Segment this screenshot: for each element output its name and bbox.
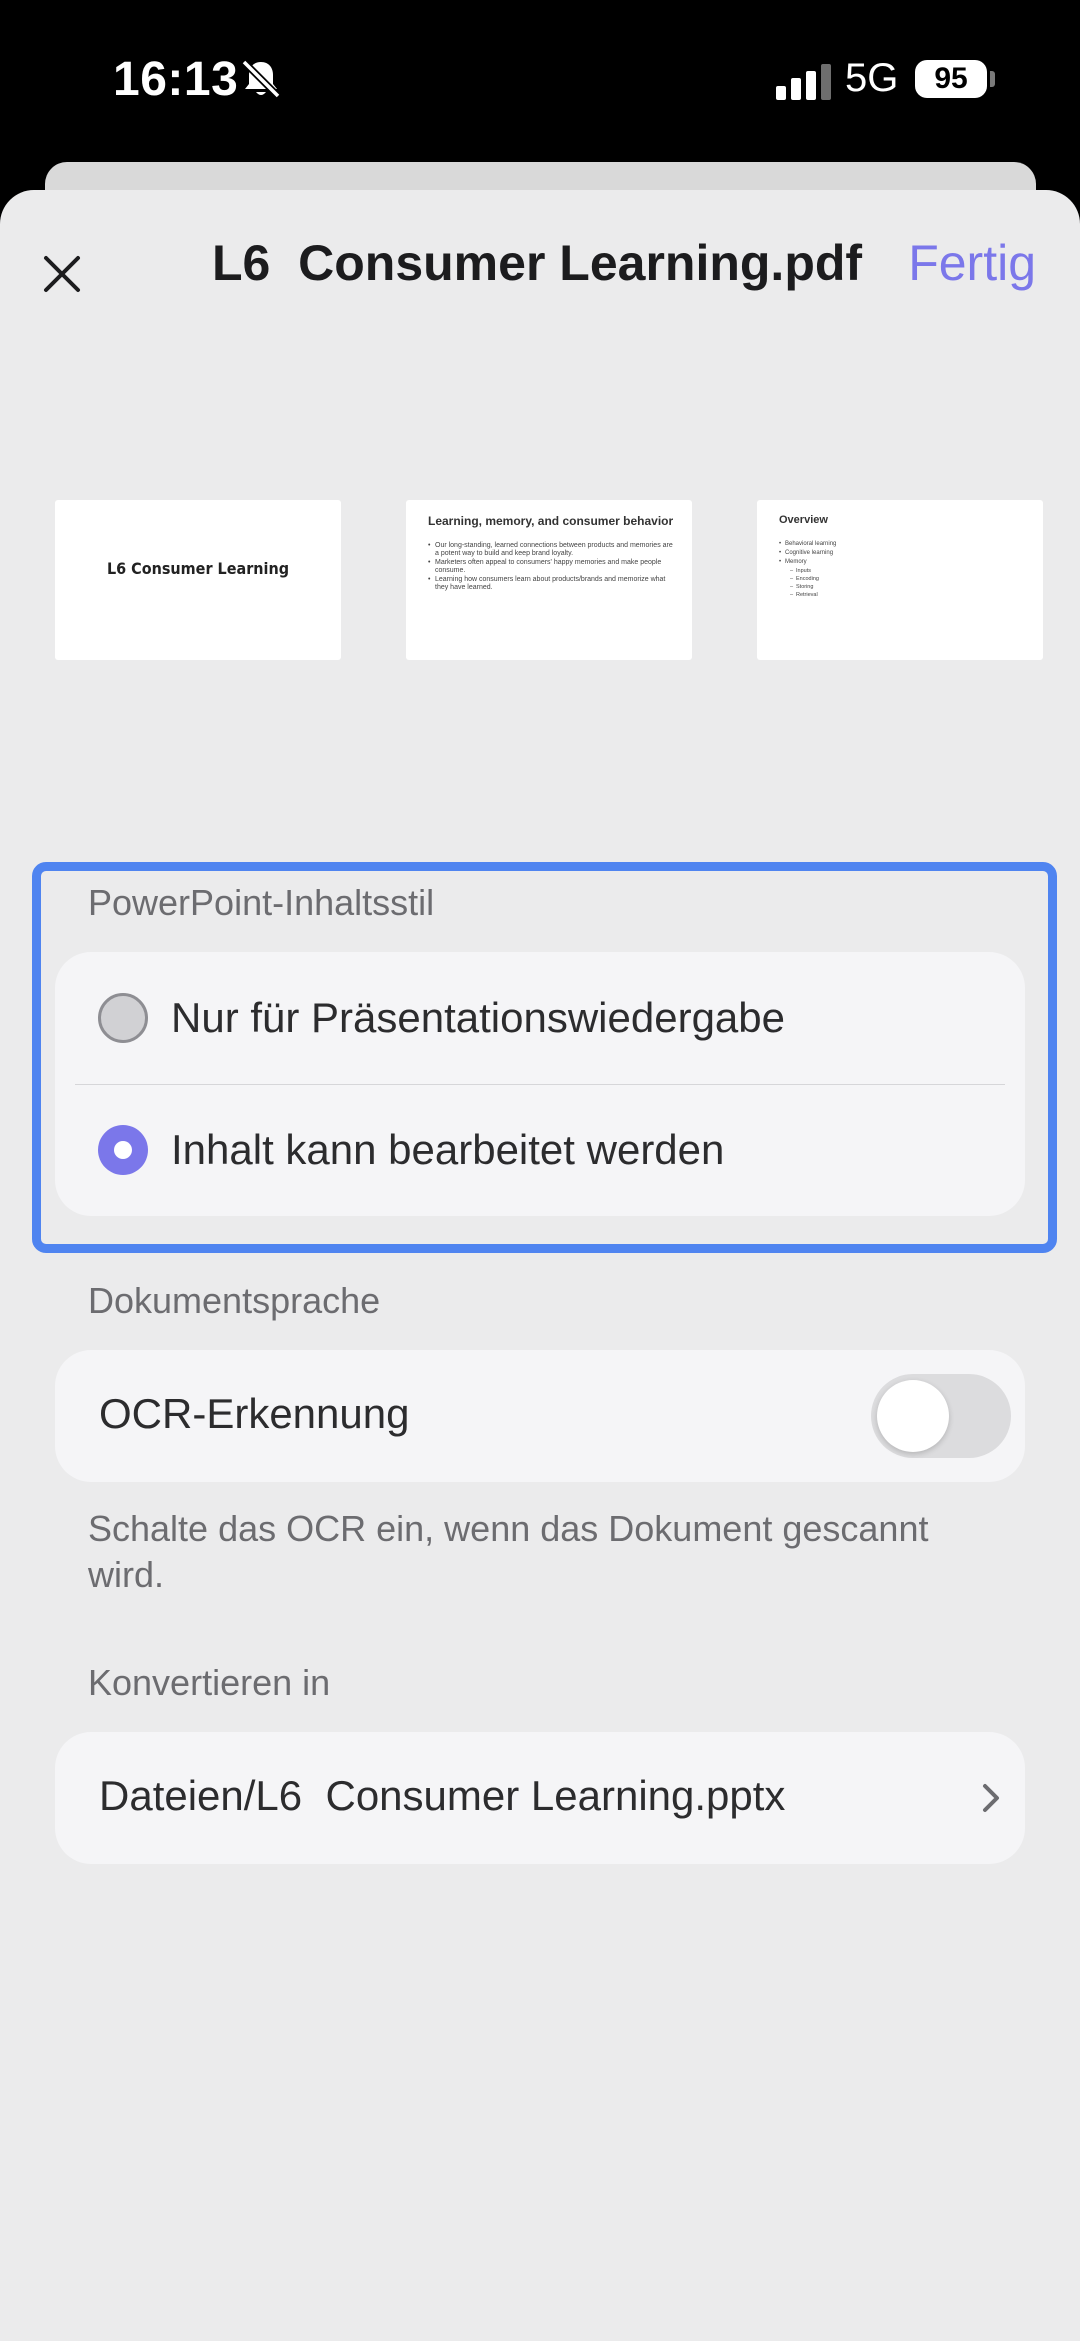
ocr-toggle[interactable] [871,1374,1011,1458]
thumbnail-bullet: Behavioral learning [779,540,836,549]
page-thumbnail-3[interactable]: Overview Behavioral learning Cognitive l… [757,500,1043,660]
thumbnail-title: Learning, memory, and consumer behavior [428,514,674,528]
battery-indicator: 95 [915,60,987,98]
convert-to-label: Konvertieren in [88,1662,331,1703]
destination-path: Dateien/L6 Consumer Learning.pptx [99,1772,786,1819]
document-title: L6 Consumer Learning.pdf [212,235,863,291]
thumbnail-sub-bullet: Storing [779,583,836,591]
content-style-label: PowerPoint-Inhaltsstil [88,882,435,923]
thumbnail-sub-bullet: Inputs [779,567,836,575]
chevron-right-icon [983,1784,999,1812]
page-thumbnail-2[interactable]: Learning, memory, and consumer behavior … [406,500,692,660]
content-style-options: Nur für Präsentationswiedergabe Inhalt k… [55,952,1025,1216]
toggle-knob [877,1380,949,1452]
destination-row[interactable]: Dateien/L6 Consumer Learning.pptx [55,1732,1025,1864]
close-button[interactable] [32,244,92,304]
page-thumbnail-1[interactable]: L6 Consumer Learning [55,500,341,660]
thumbnail-title: Overview [779,514,828,526]
option-presentation-only[interactable]: Nur für Präsentationswiedergabe [55,952,1025,1084]
ocr-row: OCR-Erkennung [55,1350,1025,1482]
radio-checked-icon [98,1125,148,1175]
page-thumbnails: L6 Consumer Learning Learning, memory, a… [0,500,1080,1018]
bell-slash-icon [241,59,281,99]
ocr-hint: Schalte das OCR ein, wenn das Dokument g… [88,1508,929,1595]
thumbnail-bullet: Cognitive learning [779,549,836,558]
thumbnail-bullets: Our long-standing, learned connections b… [428,542,678,593]
screen: 16:13 5G 95 L6 Consumer Learning.pdf Fer… [0,0,1080,2341]
thumbnail-bullet: Marketers often appeal to consumers' hap… [428,559,678,575]
thumbnail-bullet: Learning how consumers learn about produ… [428,576,678,592]
battery-nub [990,71,995,87]
network-type: 5G [845,56,899,100]
thumbnail-bullet: Our long-standing, learned connections b… [428,542,678,558]
thumbnail-title: L6 Consumer Learning [106,559,290,578]
status-time: 16:13 [113,53,239,106]
ocr-label: OCR-Erkennung [99,1390,410,1437]
convert-sheet: L6 Consumer Learning.pdf Fertig L6 Consu… [0,190,1080,2341]
radio-unchecked-icon [98,993,148,1043]
option-editable-content[interactable]: Inhalt kann bearbeitet werden [55,1084,1025,1216]
thumbnail-sub-bullet: Retrieval [779,591,836,599]
option-label: Nur für Präsentationswiedergabe [171,994,786,1041]
done-button[interactable]: Fertig [908,234,1036,292]
thumbnail-bullets: Behavioral learning Cognitive learning M… [779,540,836,599]
document-language-label: Dokumentsprache [88,1280,381,1321]
option-label: Inhalt kann bearbeitet werden [171,1126,725,1173]
signal-icon [776,64,831,100]
thumbnail-sub-bullet: Encoding [779,575,836,583]
close-icon [44,256,80,292]
thumbnail-bullet: Memory [779,558,836,567]
